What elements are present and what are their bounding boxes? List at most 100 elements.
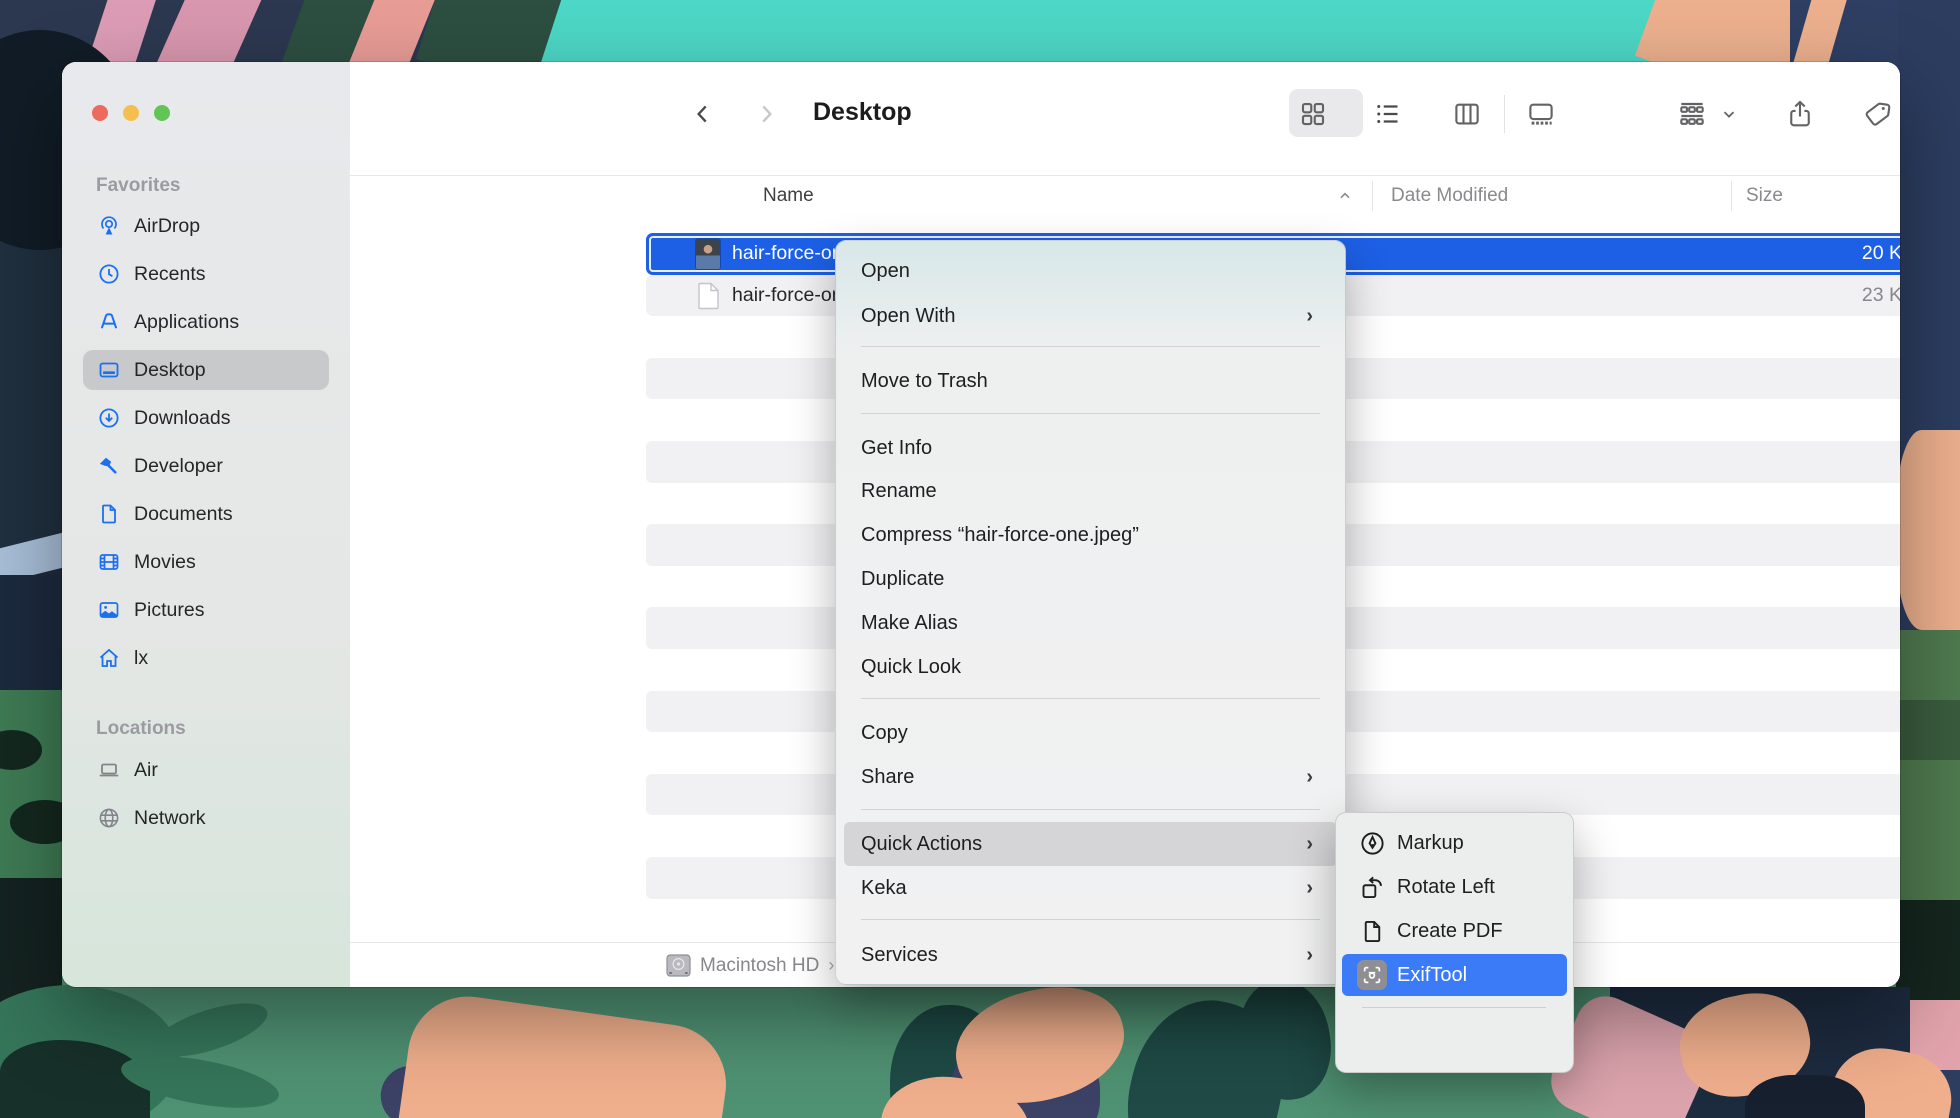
wallpaper-shape xyxy=(0,575,62,695)
submenu-item-rotate-left[interactable]: Rotate Left xyxy=(1342,866,1567,908)
sidebar-item-label: lx xyxy=(134,647,148,670)
markup-icon xyxy=(1357,828,1387,858)
wallpaper-shape xyxy=(1896,900,1960,1000)
submenu-item-markup[interactable]: Markup xyxy=(1342,822,1567,864)
menu-divider xyxy=(861,346,1320,347)
film-icon xyxy=(96,549,122,575)
menu-item-move-to-trash[interactable]: Move to Trash xyxy=(844,359,1337,403)
menu-item-open[interactable]: Open xyxy=(844,249,1337,293)
submenu-item-exiftool[interactable]: ExifTool xyxy=(1342,954,1567,996)
sidebar-item-movies[interactable]: Movies xyxy=(83,542,329,582)
column-view-button[interactable] xyxy=(1445,92,1489,136)
sidebar-item-home[interactable]: lx xyxy=(83,638,329,678)
sidebar-item-label: Desktop xyxy=(134,359,206,382)
sidebar-item-label: Network xyxy=(134,807,206,830)
group-by-chevron-icon xyxy=(1714,92,1744,136)
quick-actions-submenu: Markup Rotate Left Create PDF ExifTool C… xyxy=(1335,812,1574,1073)
sidebar: Favorites AirDrop Recents Applications D… xyxy=(62,62,351,987)
context-menu: Open Open With› Move to Trash Get Info R… xyxy=(835,240,1346,985)
column-divider[interactable] xyxy=(1731,181,1732,211)
globe-icon xyxy=(96,805,122,831)
sort-ascending-icon xyxy=(1336,188,1354,204)
sidebar-item-network[interactable]: Network xyxy=(83,798,329,838)
sidebar-item-label: Recents xyxy=(134,263,206,286)
laptop-icon xyxy=(96,757,122,783)
document-icon xyxy=(96,501,122,527)
menu-item-share[interactable]: Share› xyxy=(844,755,1337,799)
submenu-chevron-icon: › xyxy=(1306,305,1313,328)
menu-item-quick-actions[interactable]: Quick Actions› xyxy=(844,822,1337,866)
desktop: Favorites AirDrop Recents Applications D… xyxy=(0,0,1960,1118)
path-item-macintosh-hd[interactable]: Macintosh HD xyxy=(666,954,819,977)
jpeg-thumbnail xyxy=(696,239,720,269)
sidebar-item-pictures[interactable]: Pictures xyxy=(83,590,329,630)
create-pdf-icon xyxy=(1357,916,1387,946)
hard-drive-icon xyxy=(666,954,691,977)
share-button[interactable] xyxy=(1778,92,1822,136)
column-header-size[interactable]: Size xyxy=(1746,185,1783,207)
download-circle-icon xyxy=(96,405,122,431)
column-header-name[interactable]: Name xyxy=(763,185,814,207)
menu-item-services[interactable]: Services› xyxy=(844,933,1337,977)
menu-item-rename[interactable]: Rename xyxy=(844,469,1337,513)
close-button[interactable] xyxy=(92,105,108,121)
submenu-chevron-icon: › xyxy=(1306,766,1313,789)
zoom-button[interactable] xyxy=(154,105,170,121)
menu-divider xyxy=(861,919,1320,920)
menu-item-get-info[interactable]: Get Info xyxy=(844,426,1337,470)
photo-icon xyxy=(96,597,122,623)
menu-item-make-alias[interactable]: Make Alias xyxy=(844,601,1337,645)
sidebar-item-developer[interactable]: Developer xyxy=(83,446,329,486)
forward-button[interactable] xyxy=(744,92,788,136)
wallpaper-shape xyxy=(1896,700,1960,760)
hammer-icon xyxy=(96,453,122,479)
sidebar-item-applications[interactable]: Applications xyxy=(83,302,329,342)
sidebar-item-documents[interactable]: Documents xyxy=(83,494,329,534)
wallpaper-shape xyxy=(0,690,62,880)
menu-divider xyxy=(1362,1007,1546,1008)
sidebar-item-air[interactable]: Air xyxy=(83,750,329,790)
sidebar-item-desktop[interactable]: Desktop xyxy=(83,350,329,390)
list-header: Name Date Modified Size Kind xyxy=(350,175,1900,219)
wallpaper-dark-blob xyxy=(1745,1075,1865,1118)
list-view-button[interactable] xyxy=(1366,92,1410,136)
exiftool-icon xyxy=(1357,960,1387,990)
menu-item-copy[interactable]: Copy xyxy=(844,711,1337,755)
toolbar-divider xyxy=(1504,95,1505,133)
group-by-button[interactable] xyxy=(1670,92,1714,136)
sidebar-item-downloads[interactable]: Downloads xyxy=(83,398,329,438)
menu-item-quick-look[interactable]: Quick Look xyxy=(844,645,1337,689)
sidebar-item-label: Air xyxy=(134,759,158,782)
sidebar-item-label: Downloads xyxy=(134,407,230,430)
back-button[interactable] xyxy=(681,92,725,136)
document-file-icon xyxy=(698,282,720,310)
menu-item-keka[interactable]: Keka› xyxy=(844,866,1337,910)
home-icon xyxy=(96,645,122,671)
gallery-view-button[interactable] xyxy=(1519,92,1563,136)
app-store-icon xyxy=(96,309,122,335)
wallpaper-salmon-blob xyxy=(1896,430,1960,630)
minimize-button[interactable] xyxy=(123,105,139,121)
menu-item-compress[interactable]: Compress “hair-force-one.jpeg” xyxy=(844,513,1337,557)
sidebar-item-recents[interactable]: Recents xyxy=(83,254,329,294)
file-size: 20 KB xyxy=(1862,242,1900,265)
sidebar-item-label: Pictures xyxy=(134,599,204,622)
sidebar-item-airdrop[interactable]: AirDrop xyxy=(83,206,329,246)
sidebar-item-label: Developer xyxy=(134,455,223,478)
desktop-icon xyxy=(96,357,122,383)
sidebar-item-label: AirDrop xyxy=(134,215,200,238)
clock-icon xyxy=(96,261,122,287)
tags-button[interactable] xyxy=(1856,92,1900,136)
column-header-date-modified[interactable]: Date Modified xyxy=(1391,185,1508,207)
column-divider[interactable] xyxy=(1372,181,1373,211)
wallpaper-shape xyxy=(1896,630,1960,900)
sidebar-item-label: Applications xyxy=(134,311,239,334)
path-separator-icon: › xyxy=(828,955,834,976)
icon-view-button[interactable] xyxy=(1291,92,1335,136)
menu-divider xyxy=(861,698,1320,699)
menu-item-duplicate[interactable]: Duplicate xyxy=(844,557,1337,601)
submenu-item-create-pdf[interactable]: Create PDF xyxy=(1342,910,1567,952)
menu-divider xyxy=(861,809,1320,810)
menu-item-open-with[interactable]: Open With› xyxy=(844,294,1337,338)
menu-divider xyxy=(861,413,1320,414)
